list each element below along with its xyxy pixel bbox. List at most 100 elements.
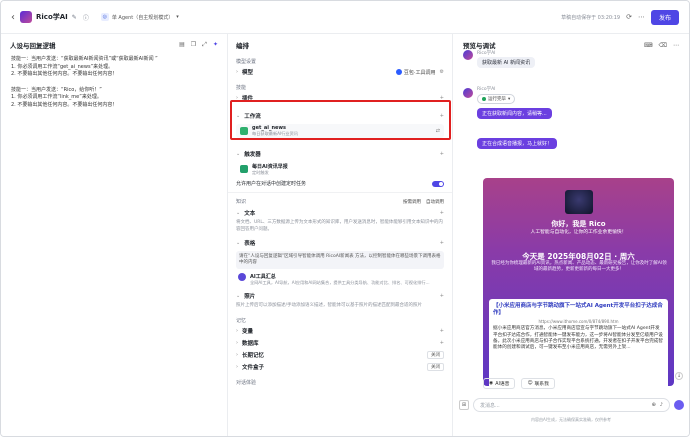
app-frame: ‹ Rico学AI ✎ ⓘ ◎ 单 Agent（自主规划模式） ▾ 草稿自动保存… — [0, 0, 690, 437]
settings-icon[interactable]: ⚙ — [440, 69, 444, 75]
chat-shortcuts: ◉ AI语音 ☺ 联系我 — [483, 378, 555, 389]
model-section-label: 模型设置 — [236, 59, 257, 65]
table-hint-card: 请在“人设与回复逻辑”区域引导智能体调用 RicoAI新闻表 方法，以控制智能体… — [236, 251, 444, 269]
contact-label: 联系我 — [534, 382, 549, 387]
scroll-down-icon[interactable]: ↓ — [675, 372, 683, 380]
expand-icon[interactable]: ⤢ — [202, 41, 207, 49]
message-input[interactable]: 发消息... ⊕ ♪ — [473, 398, 670, 412]
auto-call-option[interactable]: 自动调用 — [426, 199, 444, 205]
top-bar: ‹ Rico学AI ✎ ⓘ ◎ 单 Agent（自主规划模式） ▾ 草稿自动保存… — [1, 1, 689, 34]
file-box-select[interactable]: 关闭 — [427, 362, 444, 371]
chevron-down-icon: ⌄ — [236, 151, 241, 157]
add-trigger-icon[interactable]: + — [440, 151, 444, 157]
top-right-actions: 草稿自动保存于 03:20:19 ⟳ ⋯ 发布 — [561, 9, 679, 25]
table-kb-item[interactable]: AI工具汇总 全网AI工具，AI导航，AI应用和AI网站集合，提供工具分类导航、… — [236, 271, 444, 288]
news-item[interactable]: 【小米应用商店与字节跳动旗下一站式AI Agent开发平台扣子达成合作】 htt… — [489, 299, 668, 386]
variables-row[interactable]: › 变量 + — [228, 325, 452, 337]
on-demand-call-option[interactable]: 按需调用 — [403, 199, 421, 205]
persona-tools: ▤ ❐ ⤢ ✦ — [179, 41, 218, 49]
trigger-label: 触发器 — [244, 152, 261, 158]
news-body: 据小米应用商店官方消息，小米应用商店官宣与字节跳动旗下一站式AI Agent开发… — [493, 326, 663, 351]
model-selector[interactable]: 豆包·工具调用 ⚙ — [395, 69, 444, 76]
ai-disclaimer: 内容由AI生成，无法确保真实准确，仅供参考 — [531, 417, 611, 422]
bot-message-2: 正在合成语音播报，马上就好！ — [477, 138, 558, 149]
persona-title: 人设与回复逻辑 — [10, 42, 56, 50]
table-kb-desc: 全网AI工具，AI导航，AI应用和AI网站集合，提供工具分类导航、功能对比、排名… — [250, 280, 430, 285]
trigger-row[interactable]: ⌄ 触发器 + — [228, 148, 452, 160]
check-icon — [482, 97, 486, 101]
app-title: Rico学AI — [36, 13, 68, 21]
optimize-icon[interactable]: ✦ — [213, 41, 218, 49]
persona-prompt-editor[interactable]: 技能一：当用户发送：“获取最新AI新闻资讯”或“获取最新AI新闻 ” 1. 你必… — [1, 52, 227, 114]
more-icon[interactable]: ⋯ — [638, 13, 645, 21]
chevron-down-icon: ▾ — [508, 96, 511, 102]
table-knowledge-row[interactable]: ⌄ 表格 + — [228, 237, 452, 249]
template-icon[interactable]: ▤ — [179, 41, 185, 49]
trigger-name: 每日AI资讯早报 — [252, 163, 288, 170]
table-kb-icon — [238, 273, 246, 281]
edit-icon[interactable]: ✎ — [72, 14, 77, 21]
tool-status-pill[interactable]: 运行完毕 ▾ — [477, 94, 516, 104]
workflow-highlight-box — [230, 100, 451, 140]
text-knowledge-row[interactable]: ⌄ 文本 + — [228, 207, 452, 219]
prompt-line: 2. 不要输出其他任何内容。不要输出任何内容！ — [11, 101, 118, 108]
chevron-right-icon: › — [236, 363, 238, 370]
copy-icon[interactable]: ❐ — [191, 41, 196, 49]
orchestration-title: 编排 — [236, 42, 249, 50]
message-placeholder: 发消息... — [480, 402, 500, 409]
knowledge-section-label: 知识 — [236, 199, 247, 205]
add-text-icon[interactable]: + — [440, 210, 444, 216]
card-subtitle: 人工智能与自动化，让你的工作业余更愉快！ — [530, 230, 627, 235]
contact-button[interactable]: ☺ 联系我 — [521, 378, 555, 389]
app-avatar — [20, 11, 32, 23]
model-label: 模型 — [242, 70, 254, 76]
trigger-toggle[interactable] — [432, 180, 444, 187]
file-box-row[interactable]: › 文件盒子 关闭 — [228, 361, 452, 373]
card-intro: 我已经为你梳理最新的AI资讯，热点新闻、产品动态、最新研究报告，让你及时了解AI… — [491, 261, 667, 273]
chat-area: Rico学AI 获取最新 AI 新闻资讯 Rico学AI 运行完毕 ▾ 正在获取… — [461, 48, 686, 388]
add-image-icon[interactable]: + — [440, 293, 444, 299]
variables-label: 变量 — [242, 328, 254, 335]
prompt-line: 1. 你必须调用工作流“link_me”来处理。 — [11, 94, 102, 101]
knowledge-row: 知识 按需调用 自动调用 — [228, 196, 452, 207]
database-row[interactable]: › 数据库 + — [228, 337, 452, 349]
trigger-item[interactable]: 每日AI资讯早报 定时触发 — [236, 162, 444, 176]
prompt-line: 技能一：当用户发送：“获取最新AI新闻资讯”或“获取最新AI新闻 ” — [11, 56, 158, 62]
image-knowledge-row[interactable]: ⌄ 照片 + — [228, 290, 452, 302]
preview-panel: 预览与调试 ⌨ ⌫ ⋯ Rico学AI 获取最新 AI 新闻资讯 Rico学AI… — [453, 34, 689, 436]
back-icon[interactable]: ‹ — [11, 12, 15, 23]
news-report-card: 你好，我是 Rico 人工智能与自动化，让你的工作业余更愉快！ 今天是 2025… — [483, 178, 674, 386]
persona-panel: 人设与回复逻辑 ▤ ❐ ⤢ ✦ 技能一：当用户发送：“获取最新AI新闻资讯”或“… — [1, 34, 228, 436]
history-icon[interactable]: ⟳ — [626, 13, 632, 21]
chevron-down-icon: ⌄ — [236, 210, 241, 216]
chat-input-bar: ⊞ 发消息... ⊕ ♪ — [459, 398, 684, 412]
chevron-down-icon: ⌄ — [236, 293, 241, 299]
mic-icon[interactable]: ♪ — [660, 402, 663, 408]
new-chat-icon[interactable]: ⊞ — [459, 400, 469, 410]
add-table-icon[interactable]: + — [440, 240, 444, 246]
divider — [228, 192, 452, 193]
long-memory-select[interactable]: 关闭 — [427, 350, 444, 359]
bot-name: Rico学AI — [477, 87, 496, 92]
attach-icon[interactable]: ⊕ — [652, 402, 656, 408]
file-box-label: 文件盒子 — [242, 364, 265, 371]
prompt-blank-line — [11, 79, 217, 87]
model-row[interactable]: › 模型 豆包·工具调用 ⚙ — [228, 66, 452, 78]
info-icon[interactable]: ⓘ — [83, 13, 89, 22]
long-memory-row[interactable]: › 长期记忆 关闭 — [228, 349, 452, 361]
image-knowledge-desc: 照片上传后可以添加描述/手动添加语义描述，智能体可以基于照片的描述匹配到最合适的… — [236, 303, 423, 308]
add-database-icon[interactable]: + — [440, 340, 444, 346]
ai-voice-button[interactable]: ◉ AI语音 — [483, 378, 516, 389]
tool-status-label: 运行完毕 — [488, 97, 506, 102]
agent-mode-icon: ◎ — [100, 13, 109, 21]
ai-voice-label: AI语音 — [495, 382, 510, 387]
voice-icon: ◉ — [489, 381, 494, 386]
text-knowledge-label: 文本 — [244, 211, 256, 217]
trigger-desc: 定时触发 — [252, 169, 269, 175]
table-kb-name: AI工具汇总 — [250, 274, 276, 280]
news-url[interactable]: https://www.ithome.com/0/874/890.htm — [493, 319, 664, 324]
publish-button[interactable]: 发布 — [650, 9, 679, 25]
add-variable-icon[interactable]: + — [440, 328, 444, 334]
agent-mode-selector[interactable]: ◎ 单 Agent（自主规划模式） ▾ — [100, 13, 179, 21]
send-button[interactable] — [674, 400, 684, 410]
